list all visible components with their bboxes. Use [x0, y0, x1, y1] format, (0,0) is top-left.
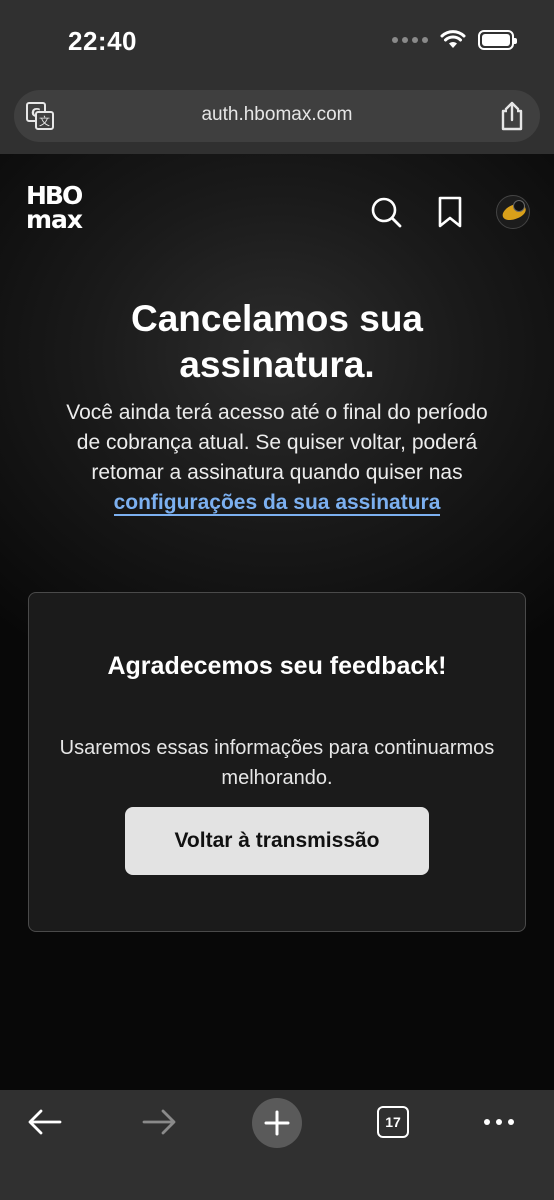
wifi-icon — [440, 30, 466, 48]
back-arrow-icon — [28, 1109, 62, 1135]
status-bar: 22:40 — [0, 0, 554, 88]
plus-icon — [264, 1110, 290, 1136]
subscription-settings-link[interactable]: configurações da sua assinatura — [113, 491, 441, 516]
forward-arrow-icon — [142, 1109, 176, 1135]
hero-body: Você ainda terá acesso até o final do pe… — [60, 398, 494, 518]
feedback-card: Agradecemos seu feedback! Usaremos essas… — [28, 592, 526, 932]
page-title: Cancelamos sua assinatura. — [130, 298, 424, 385]
more-icon — [484, 1119, 514, 1125]
share-icon[interactable] — [498, 100, 526, 132]
header-actions — [368, 194, 530, 230]
avatar[interactable] — [496, 195, 530, 229]
status-time: 22:40 — [68, 26, 137, 56]
bookmark-icon[interactable] — [432, 194, 468, 230]
url-bar[interactable]: G 文 auth.hbomax.com — [14, 90, 540, 142]
back-button[interactable] — [26, 1104, 64, 1140]
browser-url-area: G 文 auth.hbomax.com — [0, 88, 554, 154]
hbo-max-logo[interactable]: HBO max — [26, 183, 92, 236]
new-tab-button[interactable] — [252, 1098, 302, 1148]
status-icons — [392, 30, 517, 50]
forward-button[interactable] — [140, 1104, 178, 1140]
url-text[interactable]: auth.hbomax.com — [14, 104, 540, 126]
signal-icon — [392, 37, 428, 43]
more-button[interactable] — [480, 1104, 518, 1140]
tabs-icon: 17 — [377, 1106, 409, 1138]
hero-body-text: Você ainda terá acesso até o final do pe… — [66, 401, 488, 484]
feedback-body: Usaremos essas informações para continua… — [59, 737, 495, 789]
search-icon[interactable] — [368, 194, 404, 230]
page-content: HBO max Cancelamos sua assinatura. Você … — [0, 154, 554, 1090]
logo-max-text: max — [26, 205, 83, 234]
back-to-streaming-button[interactable]: Voltar à transmissão — [125, 807, 429, 875]
browser-toolbar: 17 — [0, 1090, 554, 1200]
tabs-button[interactable]: 17 — [376, 1104, 410, 1140]
battery-icon — [478, 30, 517, 50]
feedback-title: Agradecemos seu feedback! — [107, 652, 447, 680]
